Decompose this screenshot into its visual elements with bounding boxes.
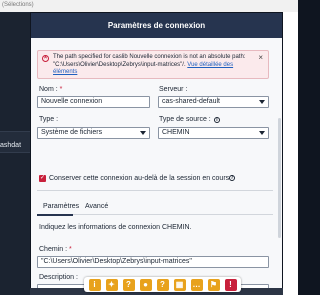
info-icon[interactable]: i <box>88 278 101 291</box>
background-right-panel <box>283 12 298 295</box>
type-select-value: Système de fichiers <box>41 129 103 136</box>
chevron-down-icon <box>259 100 265 104</box>
description-label: Description : <box>39 274 78 281</box>
name-label-text: Nom : <box>39 86 58 93</box>
tab-parameters[interactable]: Paramètres <box>43 203 79 210</box>
chevron-down-icon <box>259 131 265 135</box>
name-input[interactable]: Nouvelle connexion <box>37 96 150 108</box>
tab-bar: Paramètres Avancé <box>37 201 273 216</box>
user-icon[interactable]: ● <box>139 278 152 291</box>
close-icon[interactable]: × <box>258 53 263 62</box>
bulb-icon[interactable]: ✦ <box>105 278 118 291</box>
help-icon[interactable]: ? <box>122 278 135 291</box>
keep-connection-label: Conserver cette connexion au-delà de la … <box>49 175 232 182</box>
dialog-body: × The path specified for caslib Nouvelle… <box>31 38 282 288</box>
separator <box>37 190 273 191</box>
calendar-icon[interactable]: ▦ <box>173 278 186 291</box>
path-label: Chemin : * <box>39 246 72 253</box>
question-icon[interactable]: ? <box>156 278 169 291</box>
name-label: Nom : * <box>39 86 63 93</box>
type-label: Type : <box>39 116 59 123</box>
source-type-label: Type de source : <box>159 116 211 123</box>
chat-icon[interactable]: … <box>190 278 203 291</box>
path-input[interactable]: "C:\Users\Olivier\Desktop\Zebrys\input-m… <box>37 256 269 268</box>
dialog-title: Paramètres de connexion <box>107 21 206 30</box>
server-select[interactable]: cas-shared-default <box>158 96 269 108</box>
connection-settings-dialog: Paramètres de connexion × The path speci… <box>31 13 282 288</box>
chevron-down-icon <box>140 131 146 135</box>
source-type-select-value: CHEMIN <box>162 129 190 136</box>
info-icon[interactable]: i <box>214 117 220 123</box>
background-top-text: (Sélections) <box>2 2 34 8</box>
bottom-toolbar: i ✦? ●? ▦ … ⚑! <box>84 277 241 292</box>
path-label-text: Chemin : <box>39 246 68 253</box>
background-sidebar-item-label: ashdat <box>0 142 22 149</box>
active-tab-indicator <box>37 214 73 216</box>
scrollbar[interactable] <box>278 118 281 238</box>
instructions-text: Indiquez les informations de connexion C… <box>39 224 192 231</box>
alert-icon[interactable]: ! <box>224 278 237 291</box>
error-icon: × <box>42 55 49 62</box>
source-type-select[interactable]: CHEMIN <box>158 127 269 139</box>
flag-icon[interactable]: ⚑ <box>207 278 220 291</box>
server-select-value: cas-shared-default <box>162 98 220 105</box>
error-message-box: × The path specified for caslib Nouvelle… <box>37 50 269 79</box>
tab-advanced[interactable]: Avancé <box>85 203 108 210</box>
keep-connection-checkbox[interactable]: ✓ <box>39 175 46 182</box>
error-message: The path specified for caslib Nouvelle c… <box>53 54 253 77</box>
help-icon[interactable]: ? <box>229 175 235 181</box>
type-select[interactable]: Système de fichiers <box>37 127 150 139</box>
background-top-bar: (Sélections) <box>0 0 298 12</box>
server-label: Serveur : <box>159 86 188 93</box>
background-sidebar <box>0 12 30 295</box>
dialog-header: Paramètres de connexion <box>31 13 282 38</box>
